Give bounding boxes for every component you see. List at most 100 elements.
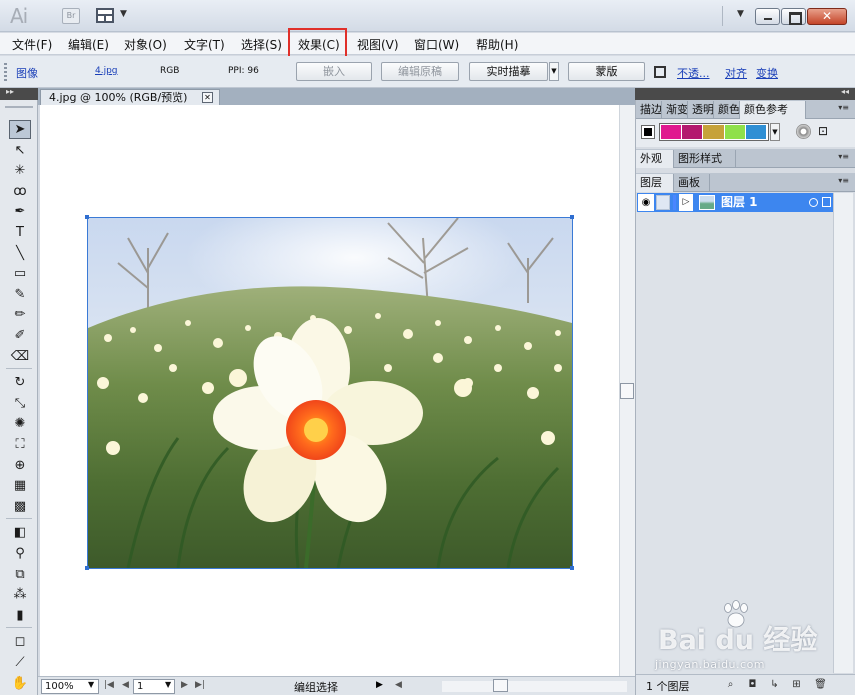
artboard-chevron-icon[interactable]: ▼ bbox=[165, 680, 171, 689]
menu-file[interactable]: 文件(F) bbox=[12, 36, 52, 53]
horizontal-scrollbar[interactable] bbox=[442, 681, 627, 692]
make-clipping-mask-icon[interactable]: ◘ bbox=[746, 679, 759, 691]
tools-panel-grip[interactable] bbox=[5, 106, 33, 108]
paintbrush-tool-icon[interactable]: ✎ bbox=[9, 285, 31, 304]
opacity-link[interactable]: 不透... bbox=[677, 65, 710, 81]
resize-handle-top-left[interactable] bbox=[85, 215, 89, 219]
tab-layers[interactable]: 图层 bbox=[636, 174, 674, 192]
harmony-swatch-1[interactable] bbox=[661, 125, 682, 139]
locate-object-icon[interactable]: ⌕ bbox=[724, 679, 737, 691]
magic-wand-tool-icon[interactable]: ✳ bbox=[9, 161, 31, 180]
panel-menu-icon[interactable]: ▾≡ bbox=[838, 152, 849, 161]
pencil-tool-icon[interactable]: ✏ bbox=[9, 305, 31, 324]
symbol-sprayer-tool-icon[interactable]: ⁂ bbox=[9, 585, 31, 604]
eraser-tool-icon[interactable]: ⌫ bbox=[9, 347, 31, 366]
pen-tool-icon[interactable]: ✒ bbox=[9, 202, 31, 221]
tab-appearance[interactable]: 外观 bbox=[636, 150, 674, 168]
fit-selection-icon[interactable] bbox=[654, 66, 666, 78]
harmony-swatch-4[interactable] bbox=[724, 125, 745, 139]
tab-stroke[interactable]: 描边 bbox=[636, 101, 662, 119]
mesh-tool-icon[interactable]: ▩ bbox=[9, 497, 31, 516]
eye-icon[interactable]: ◉ bbox=[638, 194, 654, 211]
tab-color-guide[interactable]: 颜色参考 bbox=[740, 101, 806, 119]
panel-menu-icon[interactable]: ▾≡ bbox=[838, 103, 849, 112]
target-icon[interactable] bbox=[809, 198, 818, 207]
maximize-button[interactable] bbox=[781, 8, 806, 25]
harmony-swatch-strip[interactable] bbox=[659, 123, 769, 141]
menu-window[interactable]: 窗口(W) bbox=[414, 36, 459, 53]
object-kind-link[interactable]: 图像 bbox=[16, 65, 38, 81]
embed-button[interactable]: 嵌入 bbox=[296, 62, 372, 81]
tools-panel-header[interactable]: ▸▸ bbox=[0, 87, 38, 100]
tab-artboards[interactable]: 画板 bbox=[674, 174, 710, 192]
warp-tool-icon[interactable]: ✺ bbox=[9, 414, 31, 433]
panel-dock-header[interactable]: ◂◂ bbox=[635, 87, 855, 100]
workspace-switcher-chevron-icon[interactable]: ▼ bbox=[737, 9, 744, 19]
panel-menu-icon[interactable]: ▾≡ bbox=[838, 176, 849, 185]
menu-type[interactable]: 文字(T) bbox=[184, 36, 225, 53]
layer-name[interactable]: 图层 1 bbox=[721, 194, 758, 211]
live-trace-options-dropdown[interactable]: ▼ bbox=[549, 62, 559, 81]
free-transform-tool-icon[interactable]: ⛶ bbox=[9, 435, 31, 454]
menu-select[interactable]: 选择(S) bbox=[241, 36, 282, 53]
vertical-scroll-thumb[interactable] bbox=[620, 383, 634, 399]
tab-gradient[interactable]: 渐变 bbox=[662, 101, 688, 119]
type-tool-icon[interactable]: T bbox=[9, 223, 31, 242]
gradient-tool-icon[interactable]: ◧ bbox=[9, 523, 31, 542]
zoom-chevron-icon[interactable]: ▼ bbox=[88, 680, 94, 689]
align-link[interactable]: 对齐 bbox=[725, 65, 747, 81]
shape-builder-tool-icon[interactable]: ⊕ bbox=[9, 456, 31, 475]
live-trace-button[interactable]: 实时描摹 bbox=[469, 62, 548, 81]
rectangle-tool-icon[interactable]: ▭ bbox=[9, 264, 31, 283]
status-menu-arrow-icon[interactable]: ▶ bbox=[376, 680, 383, 690]
lock-toggle[interactable] bbox=[656, 195, 670, 210]
control-bar-grip[interactable] bbox=[4, 63, 7, 81]
scale-tool-icon[interactable]: ⤡ bbox=[9, 394, 31, 413]
resize-handle-bottom-right[interactable] bbox=[570, 566, 574, 570]
perspective-grid-tool-icon[interactable]: ▦ bbox=[9, 476, 31, 495]
direct-selection-tool-icon[interactable]: ↖ bbox=[9, 141, 31, 160]
arrange-documents-button[interactable]: ▼ bbox=[96, 7, 130, 25]
document-tab[interactable]: 4.jpg @ 100% (RGB/预览) bbox=[40, 89, 220, 106]
base-color-swatch[interactable] bbox=[641, 125, 655, 139]
harmony-swatch-2[interactable] bbox=[682, 125, 703, 139]
close-tab-icon[interactable]: ✕ bbox=[202, 92, 213, 103]
last-artboard-icon[interactable]: ▶| bbox=[195, 680, 205, 690]
menu-view[interactable]: 视图(V) bbox=[357, 36, 399, 53]
close-window-button[interactable]: ✕ bbox=[807, 8, 847, 25]
file-link[interactable]: 4.jpg bbox=[95, 66, 118, 76]
transform-link[interactable]: 变换 bbox=[756, 65, 778, 81]
selection-indicator[interactable] bbox=[822, 197, 831, 207]
resize-handle-bottom-left[interactable] bbox=[85, 566, 89, 570]
edit-colors-icon[interactable] bbox=[796, 124, 811, 139]
delete-layer-icon[interactable]: 🗑 bbox=[814, 679, 827, 691]
expand-triangle-icon[interactable]: ▷ bbox=[679, 194, 693, 211]
layer-row-1[interactable]: ◉ ▷ 图层 1 bbox=[637, 193, 833, 212]
artboard-tool-icon[interactable]: ◻ bbox=[9, 632, 31, 651]
tab-color[interactable]: 颜色 bbox=[714, 101, 740, 119]
line-tool-icon[interactable]: ╲ bbox=[9, 244, 31, 263]
resize-handle-top-right[interactable] bbox=[570, 215, 574, 219]
bridge-button[interactable]: Br bbox=[62, 8, 80, 24]
harmony-rules-dropdown[interactable]: ▼ bbox=[770, 123, 780, 141]
mask-button[interactable]: 蒙版 bbox=[568, 62, 645, 81]
blend-tool-icon[interactable]: ⧉ bbox=[9, 565, 31, 584]
tab-graphic-styles[interactable]: 图形样式 bbox=[674, 150, 736, 168]
edit-original-button[interactable]: 编辑原稿 bbox=[381, 62, 459, 81]
tab-transparency[interactable]: 透明 bbox=[688, 101, 714, 119]
new-sublayer-icon[interactable]: ↳ bbox=[768, 679, 781, 691]
column-graph-tool-icon[interactable]: ▮ bbox=[9, 606, 31, 625]
menu-edit[interactable]: 编辑(E) bbox=[68, 36, 109, 53]
harmony-swatch-5[interactable] bbox=[745, 125, 767, 139]
menu-object[interactable]: 对象(O) bbox=[124, 36, 167, 53]
minimize-button[interactable] bbox=[755, 8, 780, 25]
harmony-swatch-3[interactable] bbox=[703, 125, 724, 139]
eyedropper-tool-icon[interactable]: ⚲ bbox=[9, 544, 31, 563]
horizontal-scroll-thumb[interactable] bbox=[493, 679, 508, 692]
new-layer-icon[interactable]: ⊞ bbox=[790, 679, 803, 691]
selection-tool-icon[interactable]: ➤ bbox=[9, 120, 31, 139]
rotate-tool-icon[interactable]: ↻ bbox=[9, 373, 31, 392]
hand-tool-icon[interactable]: ✋ bbox=[9, 674, 31, 693]
prev-artboard-icon[interactable]: ◀ bbox=[122, 680, 129, 690]
menu-help[interactable]: 帮助(H) bbox=[476, 36, 518, 53]
